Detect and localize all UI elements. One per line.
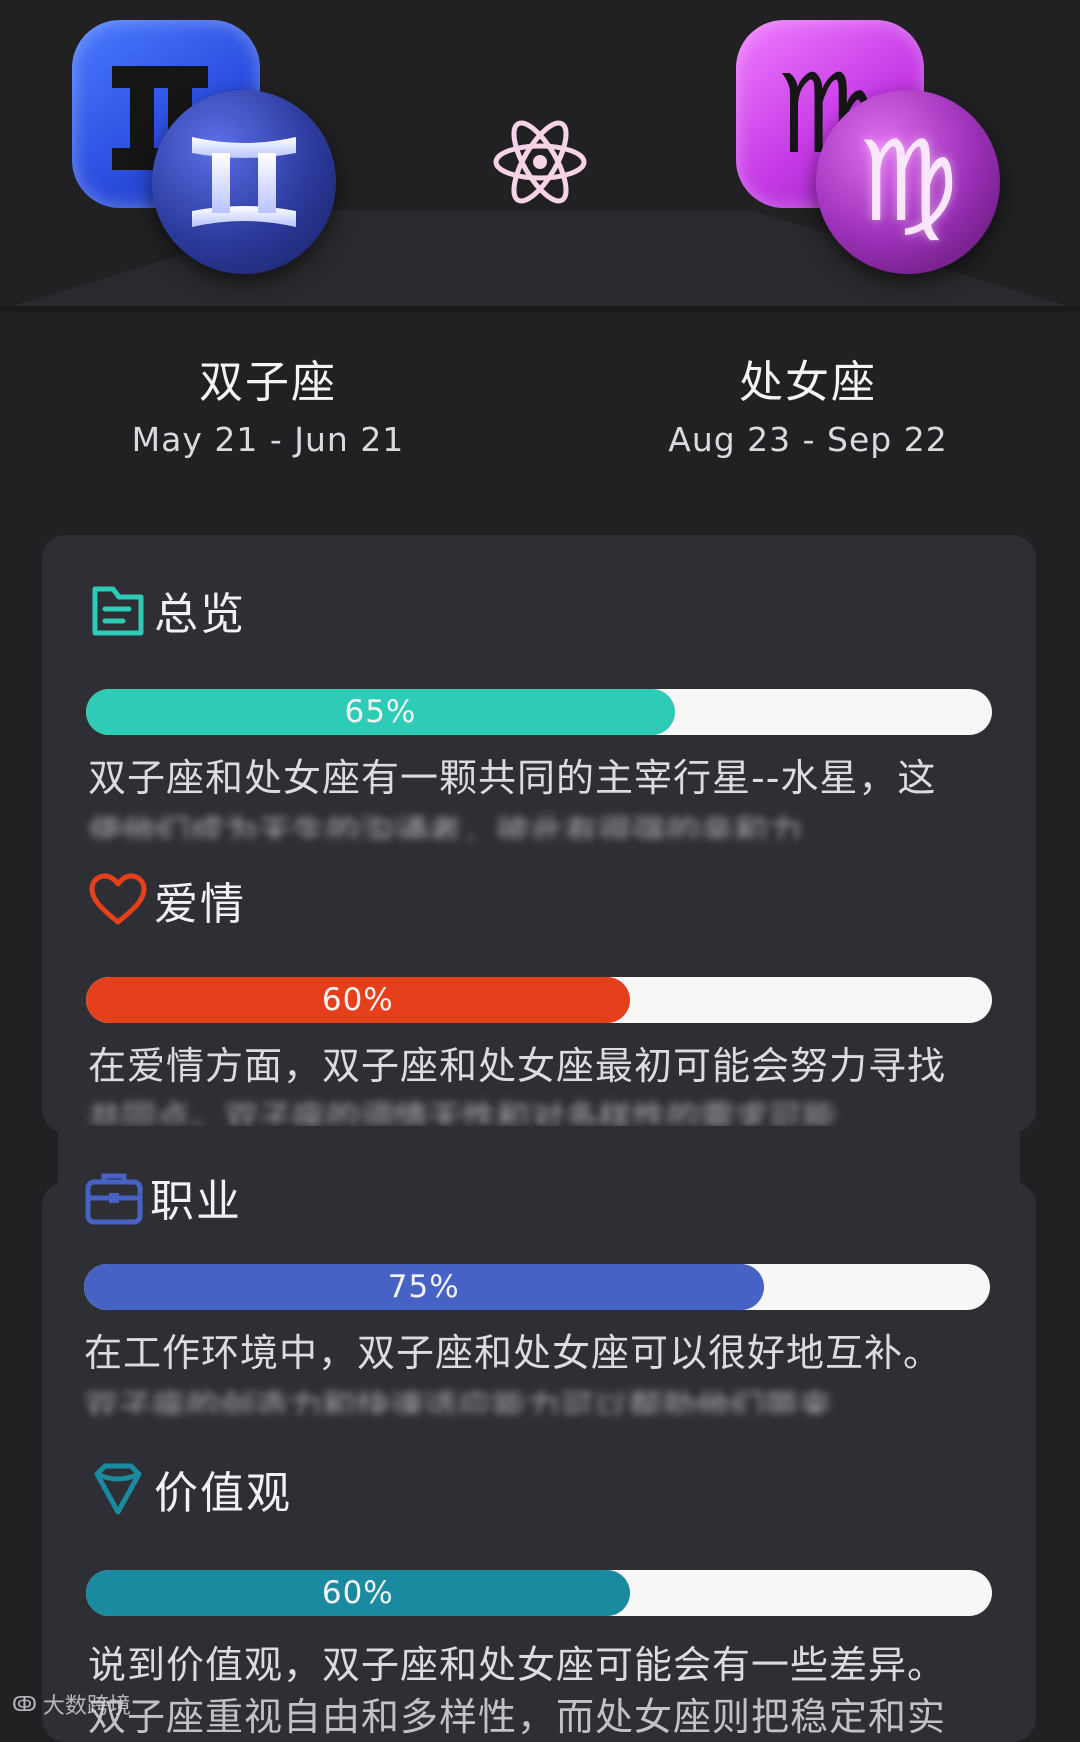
virgo-icon[interactable]: ♍ ♍ — [736, 20, 1016, 280]
compatibility-card-1: 总览 65% 双子座和处女座有一颗共同的主宰行星--水星，这 使他们成为天生的沟… — [42, 535, 1036, 1133]
watermark: ↂ 大数跨境 — [12, 1688, 131, 1720]
left-sign-name: 双子座 — [199, 357, 337, 408]
section-description-more: 共同点。双子座的调情天性和对多样性的需求可能 — [88, 1099, 836, 1125]
progress-bar: 60% — [86, 977, 992, 1023]
briefcase-icon — [84, 1167, 144, 1227]
gemini-icon[interactable] — [72, 20, 352, 280]
watermark-text: 大数跨境 — [42, 1694, 131, 1719]
section-description-more: 双子座的创造力和快速适应能力可以帮助他们带来 — [84, 1388, 832, 1414]
stage-edge — [0, 306, 1080, 312]
gemini-front-glyph — [192, 137, 296, 227]
heart-icon — [88, 870, 148, 930]
watermark-logo-icon: ↂ — [12, 1692, 37, 1716]
progress-label: 65% — [344, 694, 417, 730]
section-description-more: 使他们成为天生的沟通者，彼此有很强的亲和力 — [88, 813, 802, 839]
right-sign-date: Aug 23 - Sep 22 — [668, 420, 948, 459]
section-description: 在爱情方面，双子座和处女座最初可能会努力寻找 — [88, 1044, 947, 1088]
right-sign-name: 处女座 — [739, 357, 877, 408]
progress-fill: 75% — [84, 1264, 764, 1310]
progress-bar: 60% — [86, 1570, 992, 1616]
progress-label: 60% — [321, 982, 394, 1018]
section-header: 职业 — [84, 1162, 242, 1232]
section-title: 价值观 — [154, 1468, 292, 1519]
gemini-icon-front — [152, 90, 336, 274]
progress-bar: 65% — [86, 689, 992, 735]
section-title: 爱情 — [154, 879, 246, 930]
section-header: 价值观 — [88, 1454, 292, 1524]
progress-bar: 75% — [84, 1264, 990, 1310]
virgo-icon-front: ♍ — [816, 90, 1000, 274]
section-header: 总览 — [88, 575, 246, 645]
section-title: 职业 — [150, 1176, 242, 1227]
section-header: 爱情 — [88, 865, 246, 935]
section-description: 说到价值观，双子座和处女座可能会有一些差异。 — [88, 1643, 947, 1687]
section-description-more: 双子座重视自由和多样性，而处女座则把稳定和实 — [88, 1695, 947, 1739]
progress-fill: 60% — [86, 1570, 630, 1616]
diamond-icon — [88, 1459, 148, 1519]
document-icon — [88, 580, 148, 640]
progress-label: 60% — [321, 1575, 394, 1611]
progress-fill: 65% — [86, 689, 675, 735]
section-description: 双子座和处女座有一颗共同的主宰行星--水星，这 — [88, 756, 937, 800]
left-sign-date: May 21 - Jun 21 — [131, 420, 405, 459]
header-stage: ♍ ♍ — [0, 0, 1080, 312]
atom-icon — [490, 112, 590, 212]
compatibility-card-2: 职业 75% 在工作环境中，双子座和处女座可以很好地互补。 双子座的创造力和快速… — [42, 1126, 1036, 1742]
progress-fill: 60% — [86, 977, 630, 1023]
virgo-front-glyph: ♍ — [857, 117, 959, 247]
section-description: 在工作环境中，双子座和处女座可以很好地互补。 — [84, 1331, 943, 1375]
progress-label: 75% — [387, 1269, 460, 1305]
section-title: 总览 — [154, 589, 246, 640]
